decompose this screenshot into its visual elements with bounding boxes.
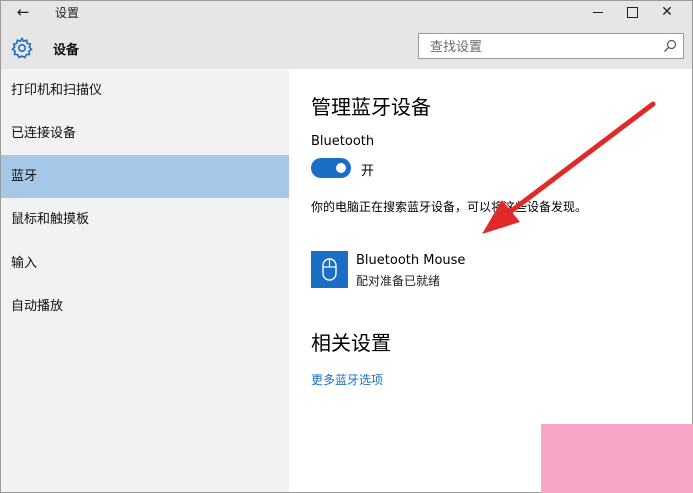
device-tile[interactable]	[311, 251, 348, 288]
sidebar-item-printers-scanners[interactable]: 打印机和扫描仪	[1, 69, 289, 112]
settings-window: ← 设置 ✕ 设备 打印机和扫描仪 已连接设备 蓝牙 鼠标和触摸板 输入 自动播…	[0, 0, 693, 493]
search-icon[interactable]	[663, 39, 677, 53]
device-status: 配对准备已就绪	[356, 274, 441, 288]
back-button[interactable]: ←	[13, 2, 33, 22]
bluetooth-label: Bluetooth	[311, 134, 375, 149]
page-title: 设备	[53, 43, 80, 58]
maximize-icon	[627, 7, 638, 18]
title-bar: ← 设置 ✕	[1, 1, 692, 23]
close-button[interactable]: ✕	[650, 1, 684, 23]
maximize-button[interactable]	[615, 1, 649, 23]
more-bluetooth-options-link[interactable]: 更多蓝牙选项	[311, 371, 383, 388]
window-title: 设置	[55, 6, 80, 20]
device-name[interactable]: Bluetooth Mouse	[356, 253, 465, 268]
related-settings-heading: 相关设置	[311, 331, 391, 355]
toggle-knob	[336, 163, 346, 173]
search-input[interactable]	[428, 37, 652, 57]
sidebar-nav: 打印机和扫描仪 已连接设备 蓝牙 鼠标和触摸板 输入 自动播放	[1, 69, 289, 492]
minimize-icon	[593, 12, 603, 13]
search-box[interactable]	[418, 33, 684, 59]
sidebar-item-autoplay[interactable]: 自动播放	[1, 285, 289, 328]
search-status-text: 你的电脑正在搜索蓝牙设备，可以将这些设备发现。	[311, 200, 588, 214]
gear-icon	[11, 36, 33, 59]
section-heading: 管理蓝牙设备	[311, 95, 431, 119]
sidebar-item-connected-devices[interactable]: 已连接设备	[1, 112, 289, 155]
sidebar-item-mouse-touchpad[interactable]: 鼠标和触摸板	[1, 198, 289, 241]
sidebar-item-typing[interactable]: 输入	[1, 242, 289, 285]
page-header: 设备	[1, 23, 692, 69]
minimize-button[interactable]	[581, 1, 615, 23]
corner-decoration	[541, 424, 693, 493]
bluetooth-toggle[interactable]	[311, 158, 351, 178]
toggle-state-label: 开	[361, 164, 375, 179]
sidebar-item-bluetooth[interactable]: 蓝牙	[1, 155, 289, 198]
mouse-icon	[322, 258, 337, 281]
